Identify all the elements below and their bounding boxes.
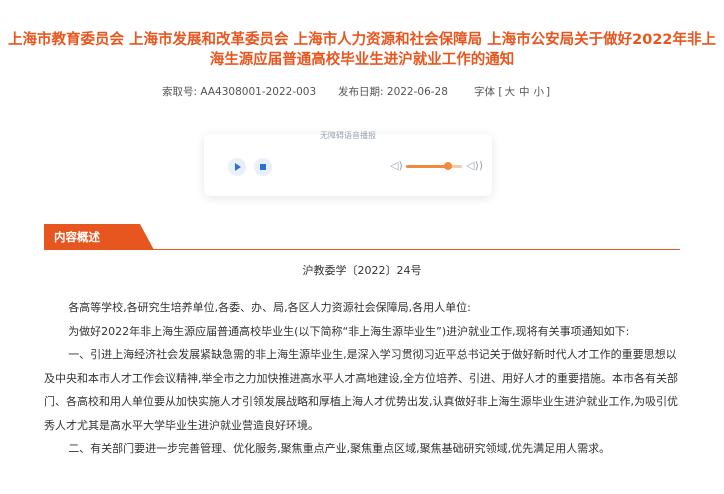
font-bracket-close: ] <box>545 86 551 98</box>
date-label: 发布日期: <box>338 86 384 98</box>
volume-slider[interactable] <box>406 162 462 170</box>
audio-player: 无障碍语音播报 ◁) ◁)) <box>204 131 492 196</box>
play-icon[interactable] <box>228 158 246 176</box>
publish-date: 发布日期: 2022-06-28 <box>338 84 448 99</box>
paragraph: 各高等学校,各研究生培养单位,各委、办、局,各区人力资源社会保障局,各用人单位: <box>68 301 471 314</box>
section-divider <box>44 249 680 250</box>
volume-fill <box>406 165 448 168</box>
index-value: AA4308001-2022-003 <box>200 86 317 98</box>
stop-icon[interactable] <box>254 158 272 176</box>
paragraph: 二、有关部门要进一步完善管理、优化服务,聚焦重点产业,聚焦重点区域,聚焦基础研究… <box>68 442 611 455</box>
font-bracket-open: [ <box>498 86 503 98</box>
title-line-2: 海生源应届普通高校毕业生进沪就业工作的通知 <box>209 52 515 68</box>
document-body: 各高等学校,各研究生培养单位,各委、办、局,各区人力资源社会保障局,各用人单位:… <box>44 296 680 461</box>
document-number: 沪教委学〔2022〕24号 <box>302 264 422 277</box>
date-value: 2022-06-28 <box>386 86 448 98</box>
font-medium-link[interactable]: 中 <box>519 86 530 98</box>
font-size-label: 字体 <box>474 86 495 98</box>
title-line-1: 上海市教育委员会 上海市发展和改革委员会 上海市人力资源和社会保障局 上海市公安… <box>8 32 716 48</box>
section-tab-label: 内容概述 <box>54 230 100 244</box>
index-number: 索取号: AA4308001-2022-003 <box>162 84 316 99</box>
font-large-link[interactable]: 大 <box>504 86 515 98</box>
page-title: 上海市教育委员会 上海市发展和改革委员会 上海市人力资源和社会保障局 上海市公安… <box>0 30 724 70</box>
index-label: 索取号: <box>162 86 198 98</box>
section-tab-summary: 内容概述 <box>44 224 154 250</box>
paragraph: 一、引进上海经济社会发展紧缺急需的非上海生源毕业生,是深入学习贯彻习近平总书记关… <box>44 348 678 432</box>
volume-low-icon[interactable]: ◁) <box>390 159 403 173</box>
player-label: 无障碍语音播报 <box>320 131 376 140</box>
volume-knob[interactable] <box>444 162 452 170</box>
font-size-switcher: 字体 [大中小] <box>474 84 550 99</box>
volume-high-icon[interactable]: ◁)) <box>466 159 483 173</box>
font-small-link[interactable]: 小 <box>533 86 544 98</box>
paragraph: 为做好2022年非上海生源应届普通高校毕业生(以下简称“非上海生源毕业生”)进沪… <box>68 324 630 338</box>
